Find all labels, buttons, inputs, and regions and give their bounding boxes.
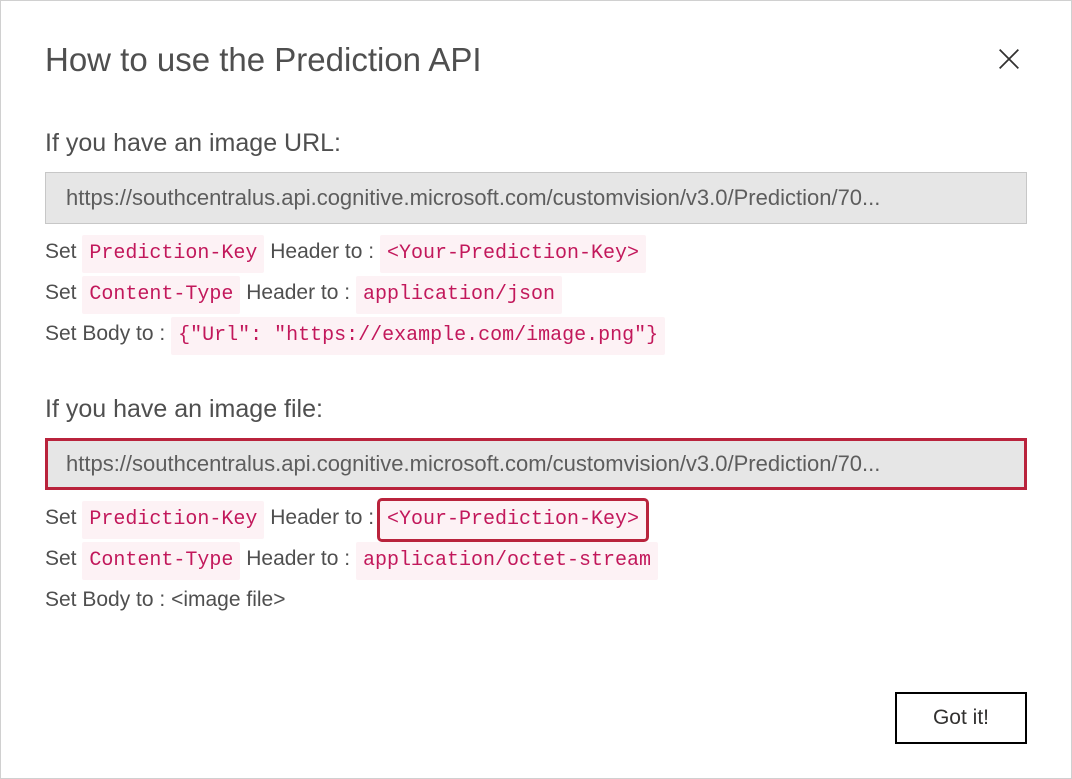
url-content-type-line: Set Content-Type Header to : application… (45, 275, 1027, 314)
image-url-endpoint[interactable]: https://southcentralus.api.cognitive.mic… (45, 172, 1027, 224)
text: Header to : (240, 281, 356, 304)
prediction-api-dialog: How to use the Prediction API If you hav… (0, 0, 1072, 779)
text: Set (45, 547, 82, 570)
url-prediction-key-line: Set Prediction-Key Header to : <Your-Pre… (45, 234, 1027, 273)
image-file-endpoint[interactable]: https://southcentralus.api.cognitive.mic… (45, 438, 1027, 490)
close-button[interactable] (991, 41, 1027, 77)
image-file-section: If you have an image file: https://south… (45, 395, 1027, 618)
text: Header to : (264, 506, 380, 529)
dialog-header: How to use the Prediction API (45, 41, 1027, 79)
text: Set Body to : (45, 322, 171, 345)
content-type-value-chip: application/octet-stream (356, 542, 658, 580)
url-body-line: Set Body to : {"Url": "https://example.c… (45, 316, 1027, 355)
body-value-chip: {"Url": "https://example.com/image.png"} (171, 317, 665, 355)
text: Set (45, 281, 82, 304)
got-it-button[interactable]: Got it! (895, 692, 1027, 744)
file-body-line: Set Body to : <image file> (45, 582, 1027, 618)
text: Set (45, 240, 82, 263)
prediction-key-value-chip: <Your-Prediction-Key> (380, 235, 646, 273)
content-type-chip: Content-Type (82, 542, 240, 580)
dialog-title: How to use the Prediction API (45, 41, 482, 79)
prediction-key-chip: Prediction-Key (82, 235, 264, 273)
close-icon (995, 45, 1023, 73)
content-type-value-chip: application/json (356, 276, 562, 314)
content-type-chip: Content-Type (82, 276, 240, 314)
text: Header to : (264, 240, 380, 263)
prediction-key-value-chip: <Your-Prediction-Key> (380, 501, 646, 539)
prediction-key-chip: Prediction-Key (82, 501, 264, 539)
image-file-title: If you have an image file: (45, 395, 1027, 424)
file-prediction-key-line: Set Prediction-Key Header to : <Your-Pre… (45, 500, 1027, 539)
text: Header to : (240, 547, 356, 570)
image-url-section: If you have an image URL: https://southc… (45, 129, 1027, 355)
dialog-footer: Got it! (895, 692, 1027, 744)
file-content-type-line: Set Content-Type Header to : application… (45, 541, 1027, 580)
text: Set (45, 506, 82, 529)
image-url-title: If you have an image URL: (45, 129, 1027, 158)
